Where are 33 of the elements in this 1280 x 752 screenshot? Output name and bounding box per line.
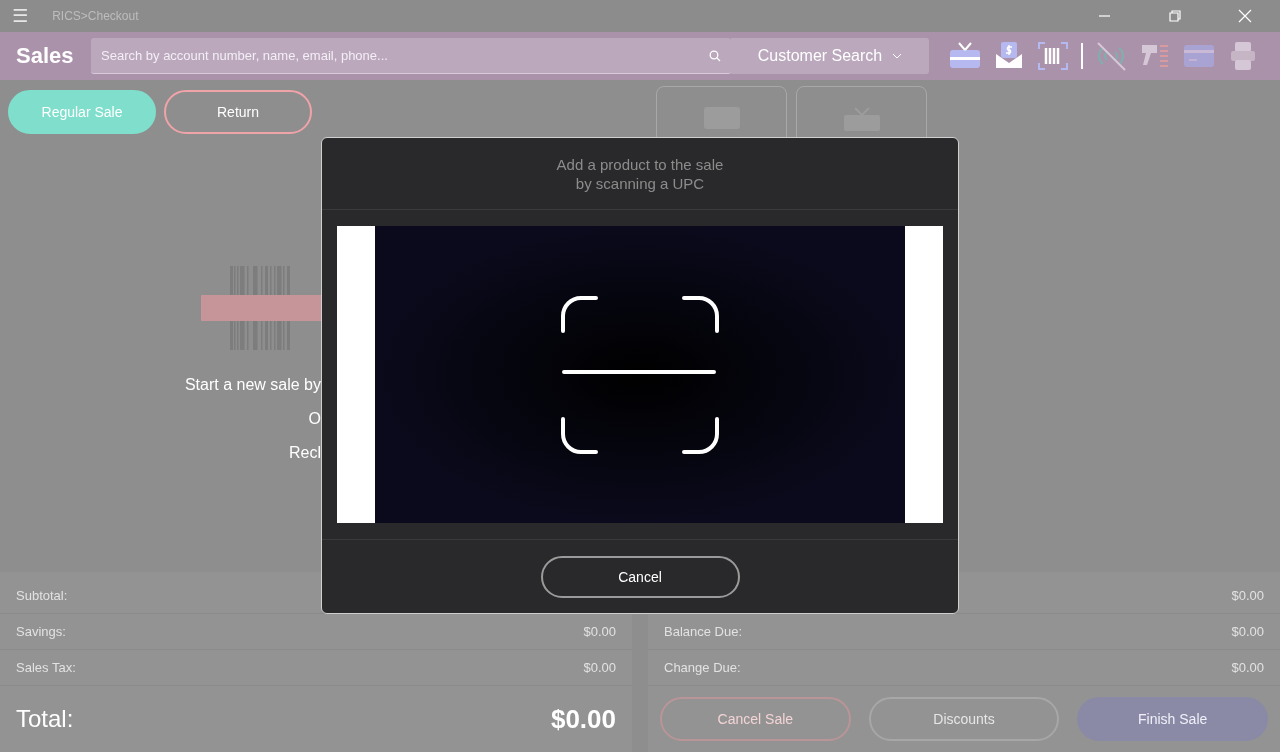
summary-label: Savings: [16,624,66,639]
search-icon [709,50,721,62]
customer-search-dropdown[interactable]: Customer Search [731,38,929,74]
chevron-down-icon [892,53,903,59]
sale-type-tab[interactable]: Regular Sale [8,90,156,134]
total-label: Total: [16,705,74,733]
action-button[interactable]: Discounts [868,697,1060,741]
nfc-off-icon[interactable] [1095,40,1127,72]
instruction-text: Start a new sale by [184,376,321,394]
summary-label: Change Due: [664,660,741,675]
search-field[interactable]: Search by account number, name, email, phone... [91,38,731,74]
action-button[interactable]: Cancel Sale [660,697,851,741]
summary-value: $0.00 [1231,660,1264,675]
cancel-button[interactable]: Cancel [540,555,740,598]
scan-frame-icon [561,296,719,454]
menu-button[interactable]: ☰ [12,5,29,27]
summary-value: $0.00 [583,624,616,639]
sale-type-tab[interactable]: Return [164,90,312,134]
summary-label: Balance Due: [664,624,743,639]
barcode-icon [201,266,321,350]
barcode-scan-icon[interactable] [1037,40,1069,72]
dialog-prompt: Add a product to the sale [556,154,724,174]
dialog-prompt: by scanning a UPC [575,173,705,193]
instruction-text: Recl [289,444,321,462]
summary-value: $0.00 [1231,588,1264,603]
total-value: $0.00 [550,703,616,735]
summary-label: Subtotal: [16,588,68,603]
summary-value: $0.00 [583,660,616,675]
page-title: Sales [16,43,75,69]
summary-value: $0.00 [1231,624,1264,639]
action-button[interactable]: Finish Sale [1077,697,1268,741]
instruction-text: O [308,410,321,428]
summary-label: Sales Tax: [16,660,76,675]
